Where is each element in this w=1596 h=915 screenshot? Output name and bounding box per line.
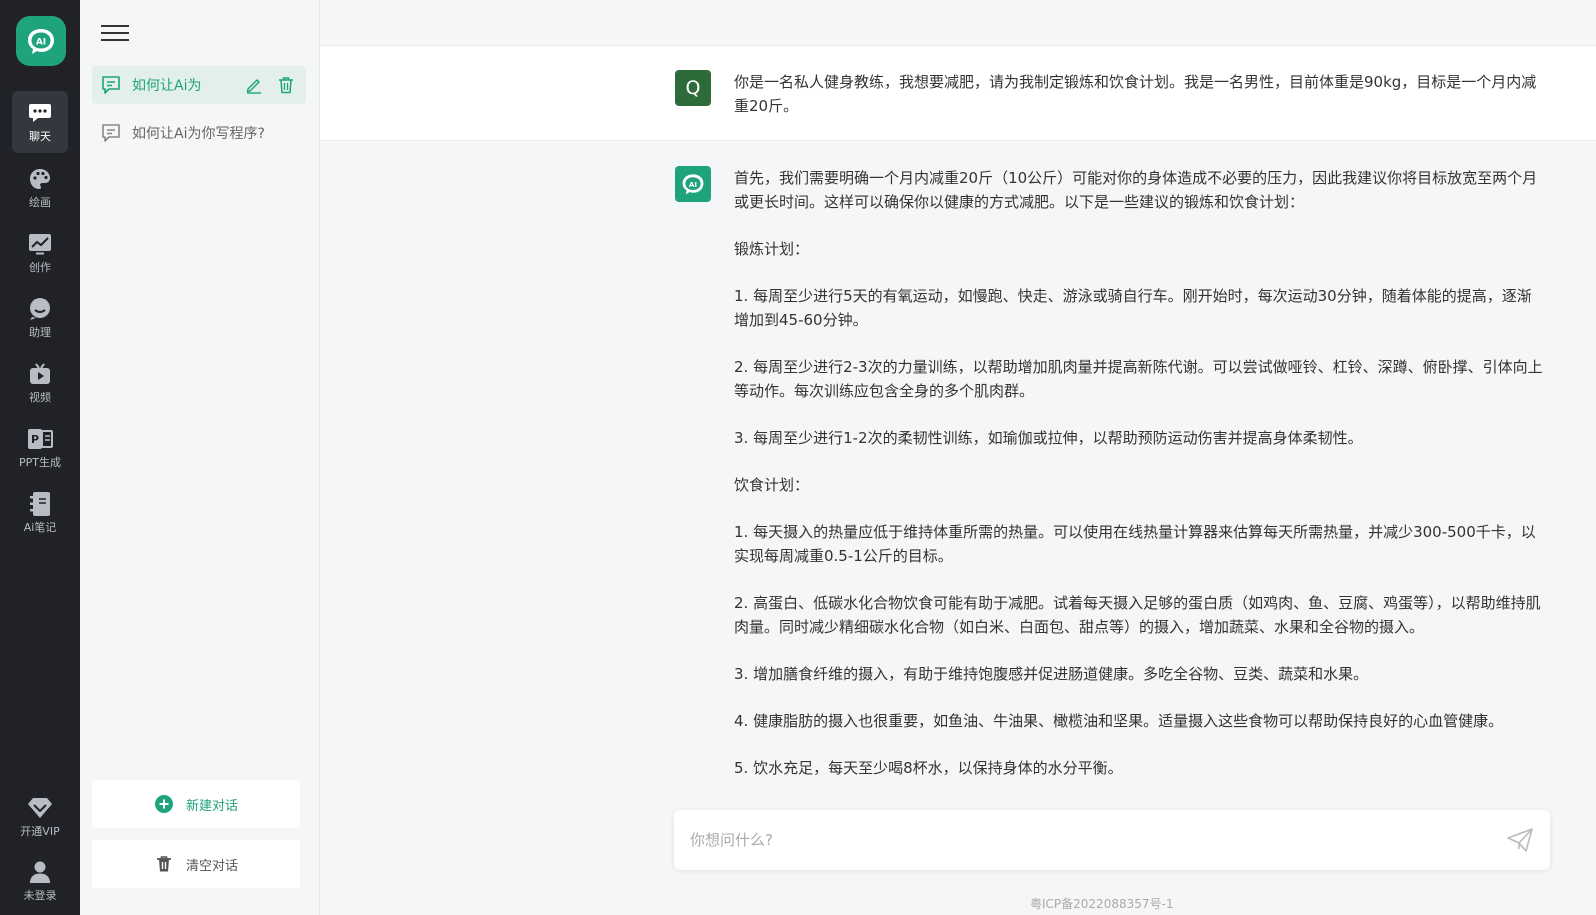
user-message: 你是一名私人健身教练，我想要减肥，请为我制定锻炼和饮食计划。我是一名男性，目前体…: [734, 73, 1537, 115]
icp-footer[interactable]: 粤ICP备2022088357号-1: [1030, 895, 1173, 912]
new-chat-label: 新建对话: [185, 798, 238, 814]
palette-icon: [27, 166, 53, 192]
ai-avatar: AI: [675, 166, 711, 202]
clear-chats-label: 清空对话: [185, 858, 238, 874]
assistant-icon: [27, 296, 53, 322]
rail-item-video[interactable]: 视频: [12, 352, 68, 414]
tv-icon: [27, 361, 53, 387]
ai-paragraph: 2. 每周至少进行2-3次的力量训练，以帮助增加肌肉量并提高新陈代谢。可以尝试做…: [734, 358, 1543, 400]
chat-input-box: [674, 810, 1550, 870]
plus-circle-icon: [154, 794, 174, 814]
rail-label: 助理: [29, 326, 51, 339]
user-icon: [27, 859, 53, 885]
send-icon[interactable]: [1506, 826, 1534, 854]
user-message-row: Q 你是一名私人健身教练，我想要减肥，请为我制定锻炼和饮食计划。我是一名男性，目…: [320, 45, 1596, 141]
ai-paragraph: 4. 健康脂肪的摄入也很重要，如鱼油、牛油果、橄榄油和坚果。适量摄入这些食物可以…: [734, 712, 1504, 730]
ai-message: 首先，我们需要明确一个月内减重20斤（10公斤）可能对你的身体造成不必要的压力，…: [734, 166, 1544, 780]
history-panel: 如何让Ai为 如何让Ai为你写程序? 新建对话 清空对话: [80, 0, 320, 915]
notebook-icon: [27, 491, 53, 517]
login-button[interactable]: 未登录: [12, 850, 68, 912]
ai-paragraph: 首先，我们需要明确一个月内减重20斤（10公斤）可能对你的身体造成不必要的压力，…: [734, 169, 1538, 211]
conversation-item[interactable]: 如何让Ai为: [92, 66, 306, 104]
user-avatar-letter: Q: [685, 77, 701, 99]
rail-item-assistant[interactable]: 助理: [12, 287, 68, 349]
svg-text:AI: AI: [36, 38, 46, 48]
rail-label: PPT生成: [19, 456, 61, 469]
user-avatar: Q: [675, 70, 711, 106]
new-chat-button[interactable]: 新建对话: [92, 780, 300, 828]
ppt-icon: P: [27, 426, 53, 452]
ai-paragraph: 3. 增加膳食纤维的摄入，有助于维持饱腹感并促进肠道健康。多吃全谷物、豆类、蔬菜…: [734, 665, 1369, 683]
conversation-item[interactable]: 如何让Ai为你写程序?: [92, 114, 306, 152]
ai-paragraph: 3. 每周至少进行1-2次的柔韧性训练，如瑜伽或拉伸，以帮助预防运动伤害并提高身…: [734, 429, 1363, 447]
message-icon: [100, 122, 122, 144]
app-rail: AI 聊天 绘画 创作 助理 视频 P PPT生成 Ai笔记 开通VIP 未登录: [0, 0, 80, 915]
conversation-title: 如何让Ai为: [132, 78, 202, 94]
trash-icon: [154, 854, 174, 874]
rail-label: 创作: [29, 261, 51, 274]
delete-icon[interactable]: [274, 73, 298, 97]
ai-paragraph: 5. 饮水充足，每天至少喝8杯水，以保持身体的水分平衡。: [734, 759, 1123, 777]
rail-item-draw[interactable]: 绘画: [12, 157, 68, 219]
ai-logo-icon: AI: [28, 29, 54, 54]
rail-label: 绘画: [29, 196, 51, 209]
rail-item-notes[interactable]: Ai笔记: [12, 482, 68, 544]
chat-icon: [27, 100, 53, 126]
rail-label: 视频: [29, 391, 51, 404]
rail-item-create[interactable]: 创作: [12, 222, 68, 284]
chat-input[interactable]: [690, 831, 1506, 849]
ai-logo-icon: AI: [682, 174, 704, 195]
login-label: 未登录: [23, 889, 57, 902]
ai-paragraph: 锻炼计划：: [734, 240, 810, 258]
chart-icon: [27, 231, 53, 257]
ai-paragraph: 2. 高蛋白、低碳水化合物饮食可能有助于减肥。试着每天摄入足够的蛋白质（如鸡肉、…: [734, 594, 1541, 636]
chat-area: Q 你是一名私人健身教练，我想要减肥，请为我制定锻炼和饮食计划。我是一名男性，目…: [320, 0, 1596, 915]
svg-text:P: P: [31, 433, 39, 446]
ai-paragraph: 1. 每天摄入的热量应低于维持体重所需的热量。可以使用在线热量计算器来估算每天所…: [734, 523, 1536, 565]
ai-paragraph: 1. 每周至少进行5天的有氧运动，如慢跑、快走、游泳或骑自行车。刚开始时，每次运…: [734, 287, 1532, 329]
ai-logo[interactable]: AI: [16, 16, 66, 66]
rail-label: Ai笔记: [23, 521, 57, 534]
vip-label: 开通VIP: [20, 825, 60, 838]
clear-chats-button[interactable]: 清空对话: [92, 840, 300, 888]
diamond-icon: [27, 795, 53, 821]
conversation-title: 如何让Ai为你写程序?: [132, 126, 265, 142]
rail-label: 聊天: [29, 130, 51, 143]
message-icon: [100, 74, 122, 96]
ai-paragraph: 饮食计划：: [734, 476, 810, 494]
vip-button[interactable]: 开通VIP: [12, 786, 68, 848]
rail-item-chat[interactable]: 聊天: [12, 91, 68, 153]
menu-icon[interactable]: [101, 20, 131, 46]
rail-item-ppt[interactable]: P PPT生成: [12, 417, 68, 479]
svg-text:AI: AI: [689, 180, 698, 189]
edit-icon[interactable]: [242, 73, 266, 97]
